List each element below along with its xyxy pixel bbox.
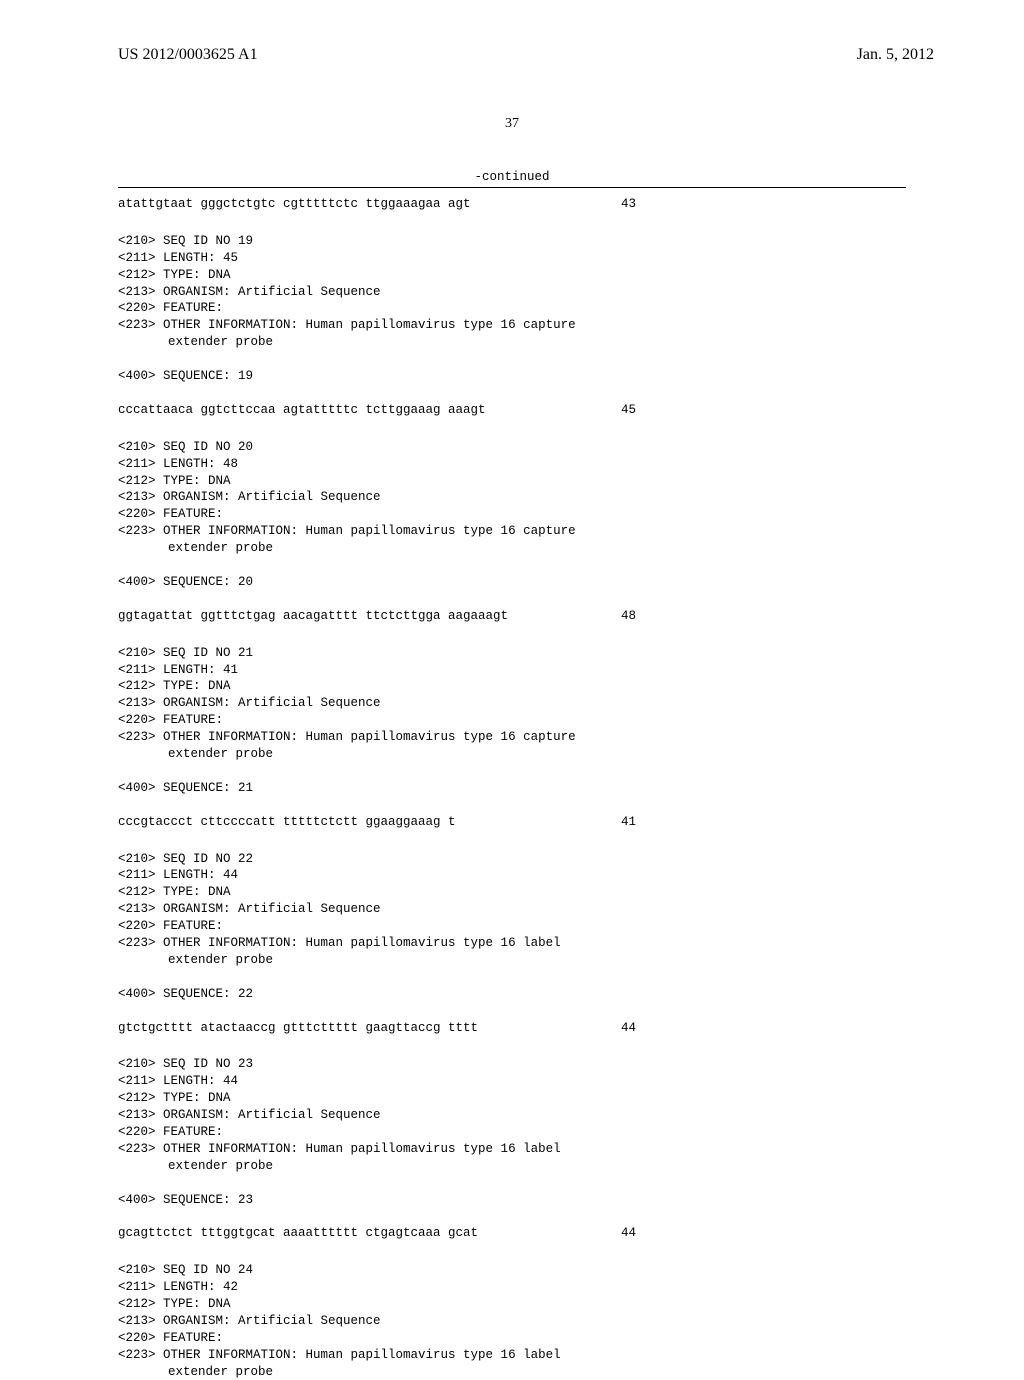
type-line: <212> TYPE: DNA [118,1296,906,1313]
sequence-length: 44 [621,1020,636,1037]
type-line: <212> TYPE: DNA [118,1090,906,1107]
type-line: <212> TYPE: DNA [118,473,906,490]
other-info-line-2: extender probe [118,746,906,763]
seq-id-line: <210> SEQ ID NO 21 [118,645,906,662]
sequence-length: 44 [621,1225,636,1242]
organism-line: <213> ORGANISM: Artificial Sequence [118,1313,906,1330]
seq-id-line: <210> SEQ ID NO 19 [118,233,906,250]
sequence-block: <210> SEQ ID NO 24 <211> LENGTH: 42 <212… [118,1262,906,1380]
sequence-length: 48 [621,608,636,625]
feature-line: <220> FEATURE: [118,1330,906,1347]
sequence-length: 41 [621,814,636,831]
seq-id-line: <210> SEQ ID NO 20 [118,439,906,456]
type-line: <212> TYPE: DNA [118,678,906,695]
sequence-text: gcagttctct tttggtgcat aaaatttttt ctgagtc… [118,1225,478,1242]
length-line: <211> LENGTH: 44 [118,867,906,884]
sequence-block: <210> SEQ ID NO 21 <211> LENGTH: 41 <212… [118,645,906,831]
seq-id-line: <210> SEQ ID NO 24 [118,1262,906,1279]
sequence-block: <210> SEQ ID NO 20 <211> LENGTH: 48 <212… [118,439,906,625]
sequence-block: <210> SEQ ID NO 19 <211> LENGTH: 45 <212… [118,233,906,419]
other-info-line: <223> OTHER INFORMATION: Human papilloma… [118,935,906,952]
type-line: <212> TYPE: DNA [118,884,906,901]
other-info-line: <223> OTHER INFORMATION: Human papilloma… [118,1347,906,1364]
feature-line: <220> FEATURE: [118,506,906,523]
sequence-header-line: <400> SEQUENCE: 22 [118,986,906,1003]
sequence-text: gtctgctttt atactaaccg gtttcttttt gaagtta… [118,1020,478,1037]
page-number: 37 [0,116,1024,132]
feature-line: <220> FEATURE: [118,1124,906,1141]
sequence-row: cccgtaccct cttccccatt tttttctctt ggaagga… [118,814,906,831]
feature-line: <220> FEATURE: [118,300,906,317]
type-line: <212> TYPE: DNA [118,267,906,284]
other-info-line-2: extender probe [118,1158,906,1175]
seq-id-line: <210> SEQ ID NO 23 [118,1056,906,1073]
length-line: <211> LENGTH: 44 [118,1073,906,1090]
other-info-line-2: extender probe [118,334,906,351]
sequence-header-line: <400> SEQUENCE: 19 [118,368,906,385]
organism-line: <213> ORGANISM: Artificial Sequence [118,489,906,506]
sequence-text: atattgtaat gggctctgtc cgtttttctc ttggaaa… [118,196,471,213]
publication-number: US 2012/0003625 A1 [118,46,258,64]
sequence-row: atattgtaat gggctctgtc cgtttttctc ttggaaa… [118,196,906,213]
organism-line: <213> ORGANISM: Artificial Sequence [118,1107,906,1124]
sequence-header-line: <400> SEQUENCE: 23 [118,1192,906,1209]
organism-line: <213> ORGANISM: Artificial Sequence [118,284,906,301]
sequence-length: 45 [621,402,636,419]
sequence-block: <210> SEQ ID NO 23 <211> LENGTH: 44 <212… [118,1056,906,1242]
sequence-listing-content: atattgtaat gggctctgtc cgtttttctc ttggaaa… [0,188,1024,1380]
sequence-block: <210> SEQ ID NO 22 <211> LENGTH: 44 <212… [118,851,906,1037]
other-info-line-2: extender probe [118,1364,906,1380]
other-info-line: <223> OTHER INFORMATION: Human papilloma… [118,729,906,746]
seq-id-line: <210> SEQ ID NO 22 [118,851,906,868]
other-info-line: <223> OTHER INFORMATION: Human papilloma… [118,523,906,540]
length-line: <211> LENGTH: 48 [118,456,906,473]
sequence-row: gtctgctttt atactaaccg gtttcttttt gaagtta… [118,1020,906,1037]
continued-label: -continued [0,170,1024,184]
sequence-header-line: <400> SEQUENCE: 21 [118,780,906,797]
sequence-text: cccattaaca ggtcttccaa agtatttttc tcttgga… [118,402,486,419]
length-line: <211> LENGTH: 45 [118,250,906,267]
other-info-line-2: extender probe [118,952,906,969]
sequence-row: gcagttctct tttggtgcat aaaatttttt ctgagtc… [118,1225,906,1242]
sequence-header-line: <400> SEQUENCE: 20 [118,574,906,591]
page-header: US 2012/0003625 A1 Jan. 5, 2012 [0,0,1024,64]
feature-line: <220> FEATURE: [118,712,906,729]
sequence-text: ggtagattat ggtttctgag aacagatttt ttctctt… [118,608,508,625]
other-info-line: <223> OTHER INFORMATION: Human papilloma… [118,1141,906,1158]
length-line: <211> LENGTH: 41 [118,662,906,679]
length-line: <211> LENGTH: 42 [118,1279,906,1296]
other-info-line: <223> OTHER INFORMATION: Human papilloma… [118,317,906,334]
organism-line: <213> ORGANISM: Artificial Sequence [118,901,906,918]
other-info-line-2: extender probe [118,540,906,557]
sequence-row: cccattaaca ggtcttccaa agtatttttc tcttgga… [118,402,906,419]
feature-line: <220> FEATURE: [118,918,906,935]
sequence-text: cccgtaccct cttccccatt tttttctctt ggaagga… [118,814,456,831]
organism-line: <213> ORGANISM: Artificial Sequence [118,695,906,712]
sequence-length: 43 [621,196,636,213]
publication-date: Jan. 5, 2012 [857,46,934,64]
sequence-row: ggtagattat ggtttctgag aacagatttt ttctctt… [118,608,906,625]
